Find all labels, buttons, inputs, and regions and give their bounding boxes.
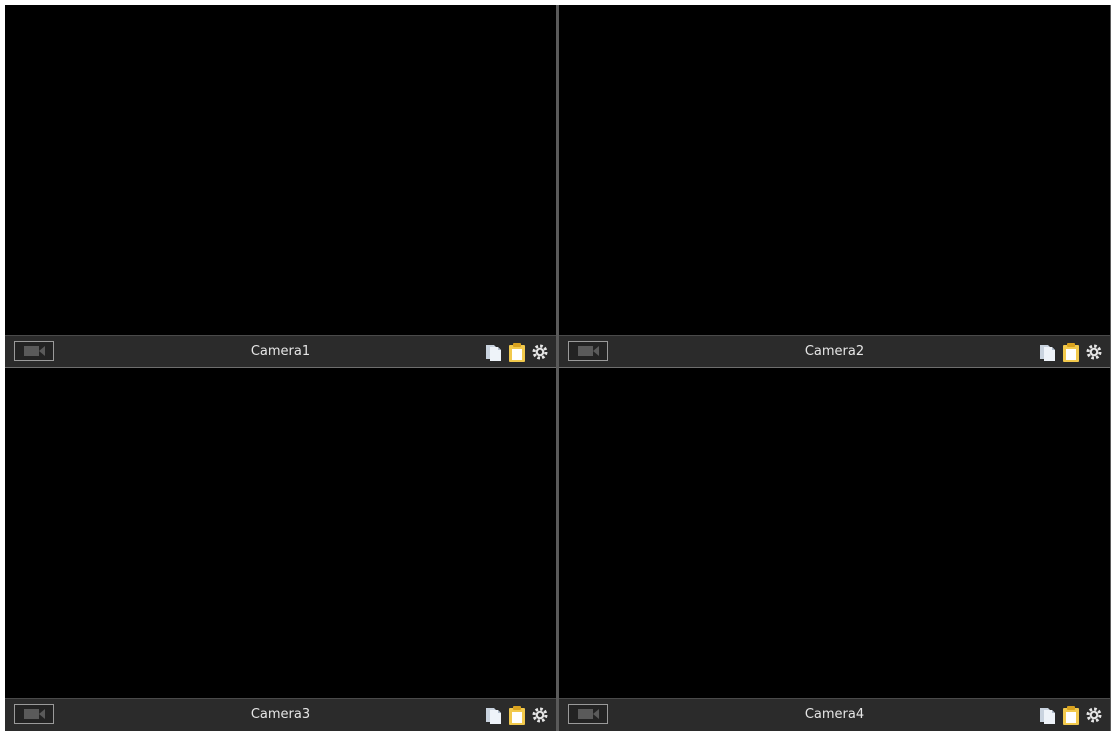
copy-icon [486,345,501,361]
record-toggle-button[interactable] [14,704,54,724]
camera-toolbar-1: Camera1 [5,335,556,367]
paste-button[interactable] [508,705,526,725]
paste-icon [1063,343,1079,362]
gear-icon [1086,344,1102,360]
paste-button[interactable] [1062,705,1080,725]
camera-grid: Camera1 Camera2 Camera3 Camera4 [5,5,1111,731]
camera-label: Camera3 [250,707,311,722]
paste-button[interactable] [508,342,526,362]
video-camera-icon [24,709,45,719]
camera-label: Camera1 [250,344,311,359]
camera-cell-4: Camera4 [559,368,1110,731]
settings-button[interactable] [1085,705,1103,725]
copy-button[interactable] [485,342,503,362]
camera-video-3[interactable] [5,368,556,698]
copy-icon [1040,345,1055,361]
gear-icon [532,707,548,723]
camera-toolbar-4: Camera4 [559,698,1110,731]
camera-video-1[interactable] [5,5,556,335]
video-camera-icon [578,709,599,719]
video-camera-icon [578,346,599,356]
settings-button[interactable] [531,342,549,362]
paste-icon [509,706,525,725]
settings-button[interactable] [531,705,549,725]
camera-label: Camera2 [804,344,865,359]
camera-video-4[interactable] [559,368,1110,698]
camera-cell-3: Camera3 [5,368,556,731]
camera-toolbar-2: Camera2 [559,335,1110,367]
paste-icon [1063,706,1079,725]
record-toggle-button[interactable] [14,341,54,361]
copy-icon [486,708,501,724]
record-toggle-button[interactable] [568,341,608,361]
paste-button[interactable] [1062,342,1080,362]
settings-button[interactable] [1085,342,1103,362]
copy-button[interactable] [485,705,503,725]
video-camera-icon [24,346,45,356]
gear-icon [1086,707,1102,723]
camera-video-2[interactable] [559,5,1110,335]
gear-icon [532,344,548,360]
record-toggle-button[interactable] [568,704,608,724]
camera-cell-2: Camera2 [559,5,1110,368]
copy-icon [1040,708,1055,724]
camera-label: Camera4 [804,707,865,722]
copy-button[interactable] [1039,342,1057,362]
camera-cell-1: Camera1 [5,5,556,368]
camera-toolbar-3: Camera3 [5,698,556,731]
paste-icon [509,343,525,362]
copy-button[interactable] [1039,705,1057,725]
